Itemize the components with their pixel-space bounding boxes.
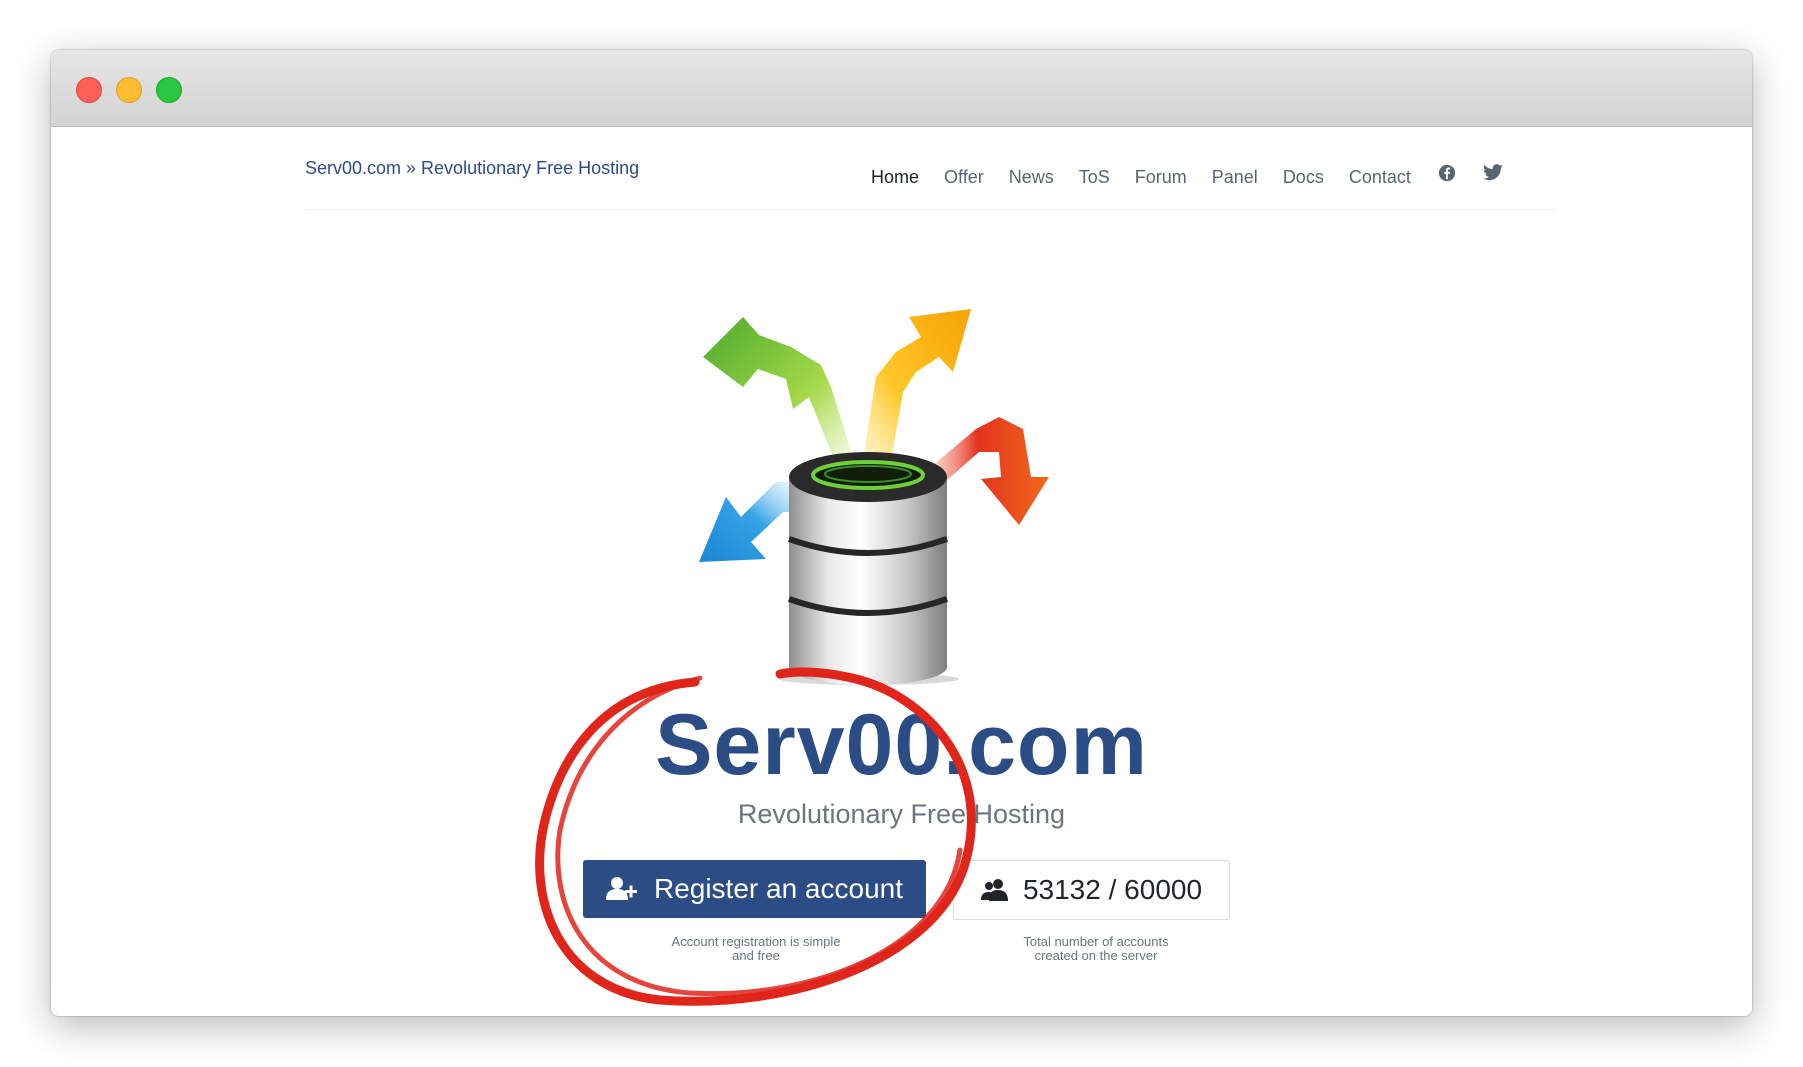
register-caption: Account registration is simple and free — [671, 934, 841, 963]
register-button-label: Register an account — [653, 873, 904, 904]
nav-panel[interactable]: Panel — [1212, 157, 1258, 188]
add-user-icon — [605, 877, 637, 900]
facebook-icon[interactable] — [1436, 162, 1458, 184]
counter-caption: Total number of accounts created on the … — [1023, 934, 1169, 963]
minimize-window-button[interactable] — [116, 77, 142, 103]
browser-window: Serv00.com » Revolutionary Free Hosting … — [51, 50, 1752, 1016]
nav-news[interactable]: News — [1009, 157, 1054, 188]
main-nav: Home Offer News ToS Forum Panel Docs Con… — [871, 157, 1528, 188]
web-page: Serv00.com » Revolutionary Free Hosting … — [51, 127, 1752, 1016]
header-divider — [305, 209, 1558, 210]
hero-subtitle: Revolutionary Free Hosting — [737, 799, 1066, 829]
window-titlebar — [51, 50, 1752, 127]
database-logo-image — [699, 309, 1049, 685]
close-window-button[interactable] — [76, 77, 102, 103]
nav-home[interactable]: Home — [871, 157, 919, 188]
users-icon — [980, 879, 1008, 901]
maximize-window-button[interactable] — [156, 77, 182, 103]
account-counter-value: 53132 / 60000 — [1022, 874, 1203, 905]
account-counter: 53132 / 60000 — [953, 860, 1230, 920]
hero-title: Serv00.com — [655, 697, 1148, 793]
nav-tos[interactable]: ToS — [1079, 157, 1110, 188]
register-account-button[interactable]: Register an account — [583, 860, 926, 918]
nav-contact[interactable]: Contact — [1349, 157, 1411, 188]
nav-forum[interactable]: Forum — [1135, 157, 1187, 188]
site-brand-link[interactable]: Serv00.com » Revolutionary Free Hosting — [305, 158, 639, 179]
nav-docs[interactable]: Docs — [1283, 157, 1324, 188]
twitter-icon[interactable] — [1482, 162, 1504, 184]
nav-offer[interactable]: Offer — [944, 157, 984, 188]
